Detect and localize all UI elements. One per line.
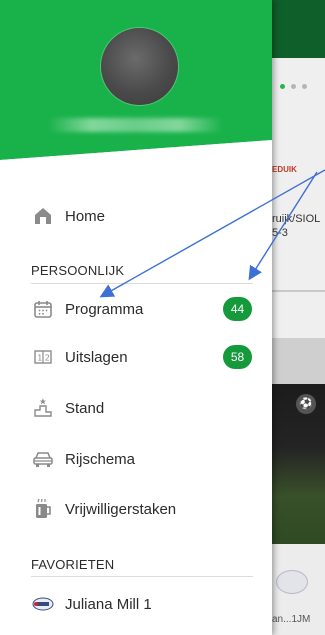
menu-item-uitslagen[interactable]: 1 2 Uitslagen 58: [0, 337, 272, 377]
menu-label-juliana-mill-1: Juliana Mill 1: [65, 595, 152, 613]
carousel-dots: [280, 76, 320, 89]
club-text: an...1JM: [272, 614, 311, 625]
menu-label-home: Home: [65, 207, 106, 225]
soccer-ball-icon: ⚽: [296, 394, 316, 414]
menu-item-stand[interactable]: Stand: [0, 388, 272, 428]
club-logo-icon: [32, 593, 54, 615]
scoreboard-icon: 1 2: [32, 346, 54, 368]
menu-label-uitslagen: Uitslagen: [65, 348, 128, 366]
section-divider-favorites: [31, 576, 253, 577]
menu-item-favorite-juliana-mill-1[interactable]: Juliana Mill 1: [0, 584, 272, 624]
section-title-personal: PERSOONLIJK: [31, 263, 125, 278]
match-text: ruijk/SIOL 5-3: [272, 212, 325, 240]
menu-item-vrijwilligerstaken[interactable]: Vrijwilligerstaken: [0, 489, 272, 529]
podium-icon: [32, 397, 54, 419]
section-title-favorites: FAVORIETEN: [31, 557, 115, 572]
drawer-header: [0, 0, 272, 200]
uitslagen-count-badge: 58: [223, 345, 252, 369]
background-top-bar: [270, 0, 325, 58]
navigation-drawer: Home PERSOONLIJK Programma 44 1 2 Uitsla…: [0, 0, 272, 635]
beer-mug-icon: [32, 498, 54, 520]
svg-text:2: 2: [45, 354, 50, 363]
background-match-card[interactable]: [270, 58, 325, 338]
menu-item-home[interactable]: Home: [0, 196, 272, 236]
svg-text:1: 1: [37, 354, 42, 363]
menu-item-rijschema[interactable]: Rijschema: [0, 439, 272, 479]
home-icon: [32, 205, 54, 227]
background-divider: [270, 290, 325, 292]
menu-label-rijschema: Rijschema: [65, 450, 136, 468]
club-logo-icon: [276, 570, 308, 594]
menu-item-programma[interactable]: Programma 44: [0, 289, 272, 329]
car-icon: [32, 448, 54, 470]
username-blurred: [48, 118, 223, 132]
team-logo-icon: EDUIK: [272, 165, 297, 174]
match-teams-text: ruijk/SIOL: [272, 213, 321, 225]
menu-label-stand: Stand: [65, 399, 105, 417]
avatar[interactable]: [101, 28, 178, 105]
calendar-icon: [32, 298, 54, 320]
programma-count-badge: 44: [223, 297, 252, 321]
menu-label-vrijwilligerstaken: Vrijwilligerstaken: [65, 500, 177, 518]
match-score-text: 5-3: [272, 227, 288, 239]
section-divider-personal: [31, 283, 253, 284]
menu-label-programma: Programma: [65, 300, 144, 318]
